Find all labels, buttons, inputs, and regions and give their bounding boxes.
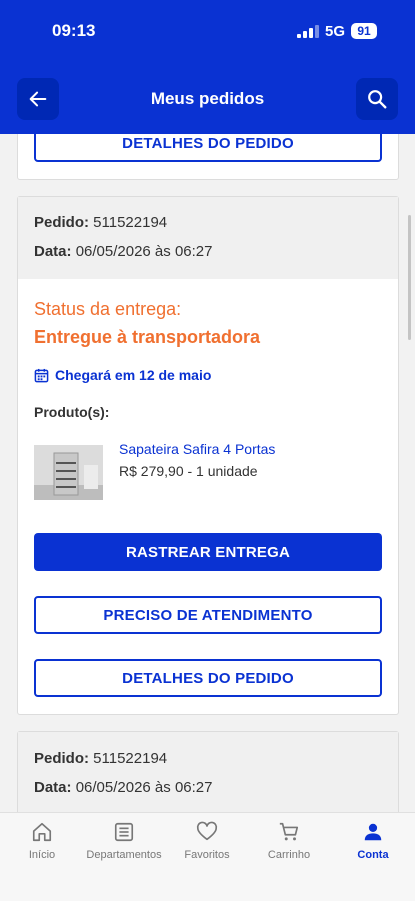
nav-conta[interactable]: Conta: [328, 821, 415, 861]
clock: 09:13: [52, 21, 96, 40]
order-number-label: Pedido:: [34, 750, 89, 767]
home-icon: [32, 822, 52, 842]
nav-label: Carrinho: [267, 849, 311, 861]
products-label: Produto(s):: [34, 404, 110, 420]
heart-icon: [196, 821, 218, 841]
order-number-label: Pedido:: [34, 214, 89, 231]
delivery-status-value: Entregue à transportadora: [34, 327, 261, 347]
product-name-link[interactable]: Sapateira Safira 4 Portas: [119, 441, 275, 457]
nav-carrinho[interactable]: Carrinho: [244, 821, 334, 861]
delivery-status-label: Status da entrega:: [34, 299, 182, 319]
status-bar: 09:13 5G 91: [0, 0, 415, 62]
search-icon: [368, 90, 387, 109]
product-image[interactable]: [34, 445, 103, 500]
nav-label: Favoritos: [184, 849, 230, 861]
nav-label: Departamentos: [86, 849, 162, 861]
nav-label: Conta: [357, 849, 389, 861]
order-number: 511522194: [93, 214, 168, 231]
scrollbar[interactable]: [408, 215, 411, 340]
order-card: Pedido: 511522194 Data: 06/05/2026 às 06…: [17, 196, 399, 715]
cart-icon: [279, 822, 299, 841]
calendar-icon: [34, 368, 49, 382]
track-delivery-button[interactable]: RASTREAR ENTREGA: [34, 533, 382, 571]
product-price: R$ 279,90 - 1 unidade: [119, 463, 258, 479]
battery-indicator: 91: [351, 23, 377, 39]
nav-inicio[interactable]: Início: [0, 821, 87, 861]
signal-icon: [297, 25, 319, 38]
order-date-label: Data:: [34, 243, 72, 260]
person-icon: [364, 823, 382, 841]
need-support-button[interactable]: PRECISO DE ATENDIMENTO: [34, 596, 382, 634]
nav-favoritos[interactable]: Favoritos: [162, 821, 252, 861]
list-icon: [114, 822, 134, 842]
search-button[interactable]: [356, 78, 398, 120]
bottom-navigation: Início Departamentos Favoritos Carrinho …: [0, 812, 415, 901]
order-date: 06/05/2026 às 06:27: [75, 779, 213, 796]
order-date-label: Data:: [34, 779, 72, 796]
order-date: 06/05/2026 às 06:27: [75, 243, 213, 260]
arrival-text: Chegará em 12 de maio: [55, 367, 212, 383]
order-number: 511522194: [93, 750, 168, 767]
page-title: Meus pedidos: [150, 89, 265, 108]
order-details-button[interactable]: DETALHES DO PEDIDO: [34, 659, 382, 697]
arrival-estimate: Chegará em 12 de maio: [34, 367, 211, 383]
nav-label: Início: [28, 849, 56, 861]
app-header: 09:13 5G 91 Meus pedidos: [0, 0, 415, 134]
order-info: Pedido: 511522194 Data: 06/05/2026 às 06…: [18, 197, 398, 279]
nav-departamentos[interactable]: Departamentos: [79, 821, 169, 861]
network-type: 5G: [325, 23, 346, 40]
